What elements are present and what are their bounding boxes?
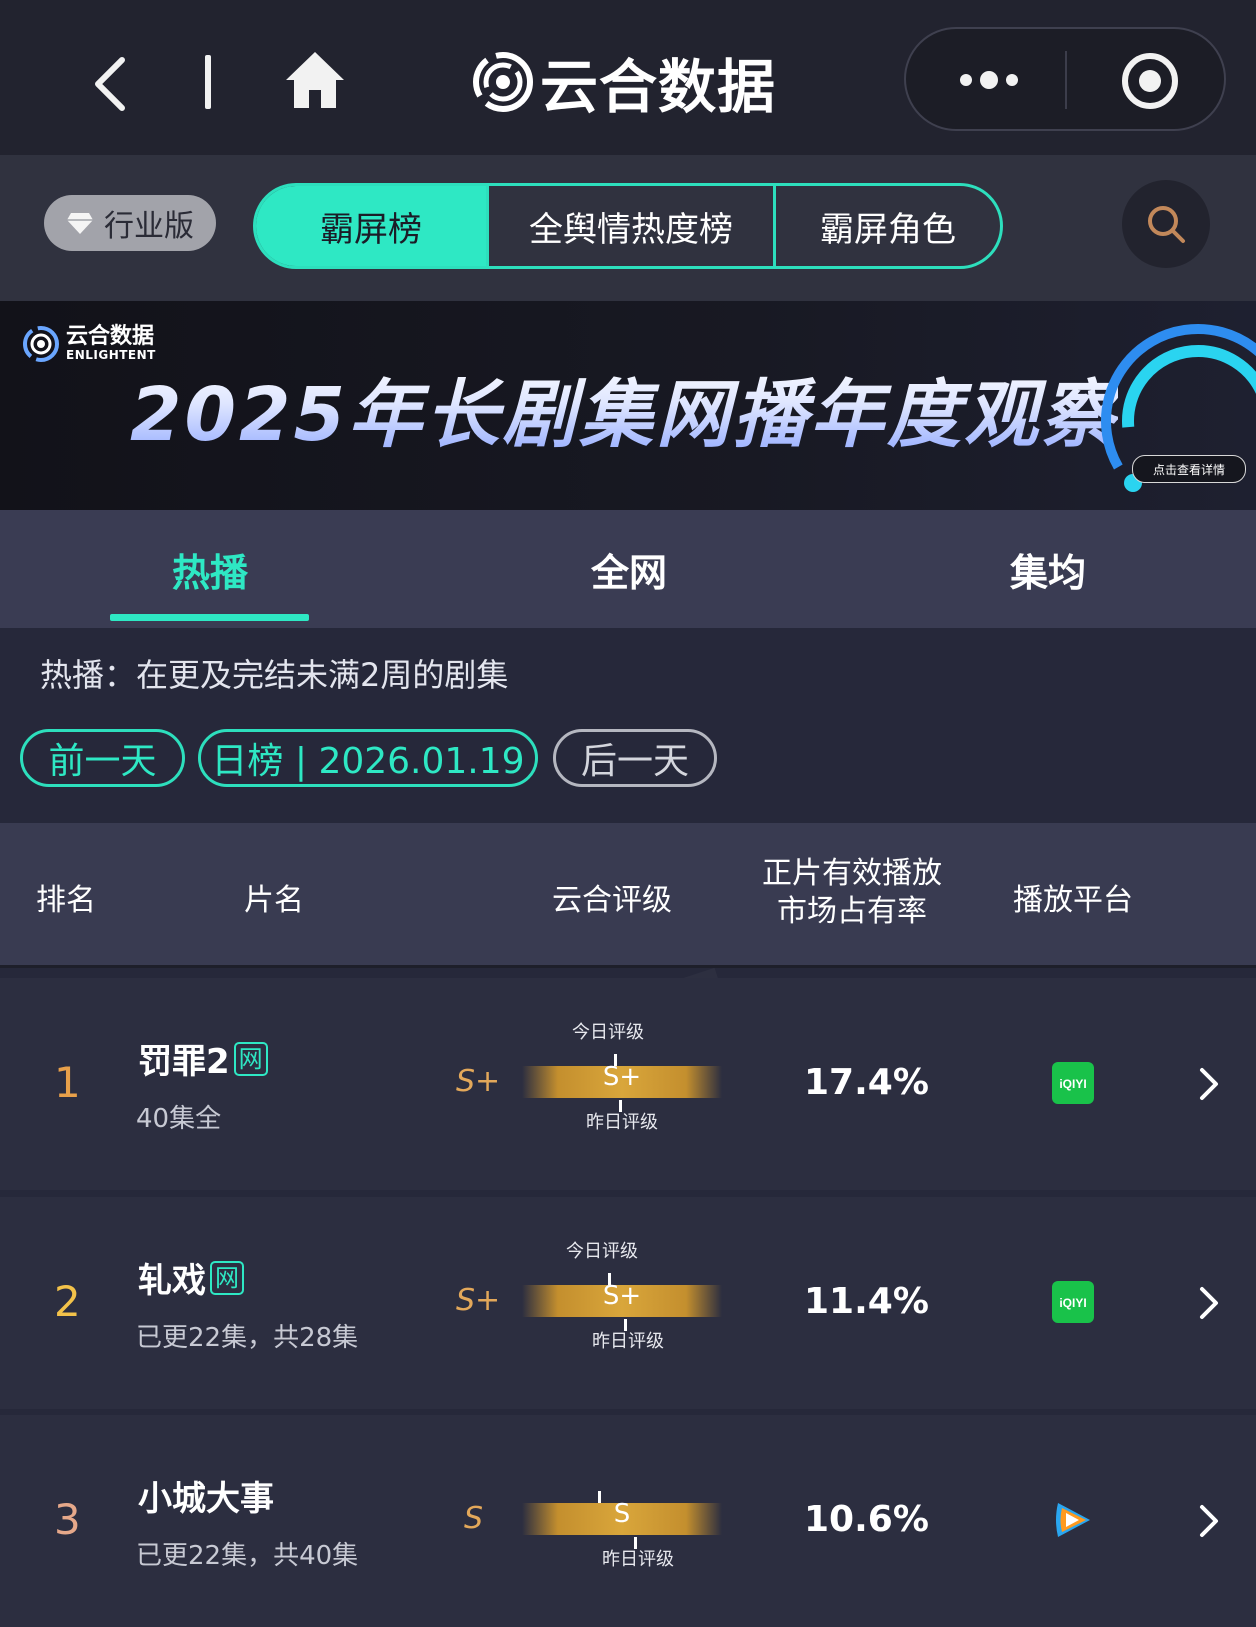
header-rank: 排名 bbox=[36, 883, 96, 918]
diamond-icon bbox=[67, 213, 93, 234]
grade-label: S bbox=[464, 1501, 484, 1536]
market-share: 11.4% bbox=[804, 1281, 929, 1322]
episode-status: 已更22集，共40集 bbox=[136, 1541, 359, 1571]
grade-value: S bbox=[613, 1499, 631, 1529]
iqiyi-icon: iQIYI bbox=[1052, 1281, 1094, 1323]
edition-label: 行业版 bbox=[104, 209, 194, 244]
episode-status: 已更22集，共28集 bbox=[136, 1323, 359, 1353]
miniprogram-capsule bbox=[904, 27, 1226, 131]
segment-bapingbang[interactable]: 霸屏榜 bbox=[256, 186, 486, 266]
rank-number: 2 bbox=[54, 1277, 81, 1326]
app-title: 云合数据 bbox=[540, 53, 777, 121]
tab-hot[interactable]: 热播 bbox=[172, 542, 248, 597]
table-row[interactable]: 3 小城大事 已更22集，共40集 S S 昨日评级 10.6% bbox=[0, 1415, 1256, 1627]
nav-divider bbox=[205, 55, 211, 109]
banner-title: 2025年长剧集网播年度观察 bbox=[130, 355, 1118, 462]
table-row[interactable]: 2 轧戏 网 已更22集，共28集 S+ 今日评级 S+ 昨日评级 11.4% … bbox=[0, 1197, 1256, 1409]
sub-tab-bar: 热播 全网 集均 bbox=[0, 510, 1256, 628]
segment-baping-role[interactable]: 霸屏角色 bbox=[776, 186, 1000, 266]
search-icon bbox=[1148, 206, 1185, 243]
chevron-right-icon[interactable] bbox=[1196, 1283, 1222, 1323]
tab-all-network[interactable]: 全网 bbox=[591, 542, 667, 597]
chevron-right-icon[interactable] bbox=[1196, 1064, 1222, 1104]
back-arrow-icon[interactable] bbox=[86, 54, 136, 114]
home-icon[interactable] bbox=[284, 50, 346, 110]
banner-logo-text: 云合数据 bbox=[66, 324, 155, 349]
app-brand: 云合数据 bbox=[472, 42, 776, 122]
drama-title-text: 小城大事 bbox=[138, 1479, 274, 1519]
iqiyi-icon-text: iQIYI bbox=[1059, 1296, 1086, 1310]
today-grade-label: 今日评级 bbox=[572, 1022, 644, 1043]
tab-per-episode[interactable]: 集均 bbox=[1010, 542, 1086, 597]
drama-title: 罚罪2 网 bbox=[138, 1034, 268, 1083]
grade-label: S+ bbox=[456, 1283, 501, 1318]
date-selector[interactable]: 日榜 | 2026.01.19 bbox=[198, 729, 538, 787]
capsule-divider bbox=[1065, 51, 1067, 109]
grade-value: S+ bbox=[602, 1062, 642, 1092]
drama-title: 轧戏 网 bbox=[138, 1253, 244, 1302]
header-share-line2: 市场占有率 bbox=[777, 894, 927, 929]
promo-banner[interactable]: 云合数据 ENLIGHTENT 2025年长剧集网播年度观察 点击查看详情 bbox=[0, 301, 1256, 510]
table-row[interactable]: 1 罚罪2 网 40集全 S+ 今日评级 S+ 昨日评级 17.4% iQIYI bbox=[0, 978, 1256, 1190]
edition-badge[interactable]: 行业版 bbox=[44, 195, 216, 251]
today-grade-label: 今日评级 bbox=[566, 1241, 638, 1262]
active-tab-underline bbox=[110, 614, 309, 621]
yesterday-grade-label: 昨日评级 bbox=[592, 1331, 664, 1352]
header-platform: 播放平台 bbox=[1013, 883, 1133, 918]
iqiyi-icon-text: iQIYI bbox=[1059, 1077, 1086, 1091]
rank-number: 3 bbox=[54, 1495, 81, 1544]
header-title: 片名 bbox=[244, 883, 304, 918]
market-share: 10.6% bbox=[804, 1499, 929, 1540]
more-icon[interactable] bbox=[954, 63, 1024, 97]
grade-label: S+ bbox=[456, 1064, 501, 1099]
drama-title: 小城大事 bbox=[138, 1471, 274, 1520]
banner-logo-icon bbox=[23, 326, 59, 362]
rank-number: 1 bbox=[54, 1058, 81, 1107]
banner-detail-button[interactable]: 点击查看详情 bbox=[1132, 455, 1246, 483]
market-share: 17.4% bbox=[804, 1062, 929, 1103]
segment-yuqing-heat[interactable]: 全舆情热度榜 bbox=[486, 186, 776, 266]
grade-value: S+ bbox=[602, 1281, 642, 1311]
drama-title-text: 轧戏 bbox=[138, 1261, 206, 1301]
episode-status: 40集全 bbox=[136, 1104, 222, 1134]
enlightent-logo-icon bbox=[473, 52, 533, 112]
chevron-right-icon[interactable] bbox=[1196, 1501, 1222, 1541]
tencent-video-icon bbox=[1056, 1503, 1090, 1537]
next-day-button[interactable]: 后一天 bbox=[553, 729, 717, 787]
network-tag: 网 bbox=[210, 1260, 244, 1295]
header-market-share: 正片有效播放 市场占有率 bbox=[752, 855, 952, 931]
close-target-icon[interactable] bbox=[1120, 51, 1180, 111]
grade-gauge: S 昨日评级 bbox=[522, 1455, 722, 1585]
yesterday-grade-label: 昨日评级 bbox=[602, 1549, 674, 1570]
header-grade: 云合评级 bbox=[552, 883, 672, 918]
table-header: 排名 片名 云合评级 正片有效播放 市场占有率 播放平台 bbox=[0, 823, 1256, 968]
ranking-segmented-control: 霸屏榜 全舆情热度榜 霸屏角色 bbox=[253, 183, 1003, 269]
network-tag: 网 bbox=[233, 1041, 268, 1076]
ranking-description: 热播：在更及完结未满2周的剧集 bbox=[40, 656, 509, 694]
iqiyi-icon: iQIYI bbox=[1052, 1062, 1094, 1104]
grade-gauge: 今日评级 S+ 昨日评级 bbox=[522, 1237, 722, 1367]
drama-title-text: 罚罪2 bbox=[138, 1042, 230, 1082]
grade-gauge: 今日评级 S+ 昨日评级 bbox=[522, 1018, 722, 1148]
header-share-line1: 正片有效播放 bbox=[762, 856, 942, 891]
yesterday-grade-label: 昨日评级 bbox=[586, 1112, 658, 1133]
prev-day-button[interactable]: 前一天 bbox=[20, 729, 185, 787]
search-button[interactable] bbox=[1122, 180, 1210, 268]
